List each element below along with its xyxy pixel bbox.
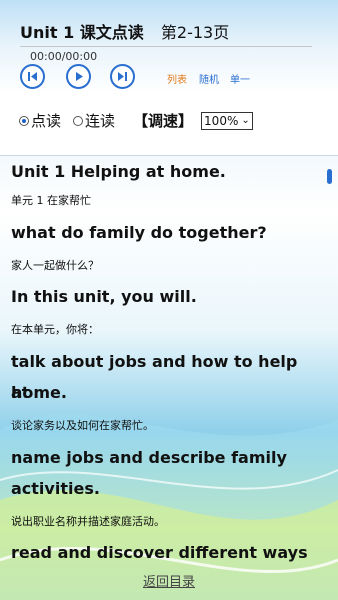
mode-list-button[interactable]: 列表 bbox=[167, 71, 187, 86]
mode-single-button[interactable]: 单一 bbox=[230, 71, 250, 86]
chevron-down-icon: ⌄ bbox=[241, 115, 250, 126]
chinese-translation[interactable]: 说出职业名称并描述家庭活动。 bbox=[11, 510, 316, 534]
english-sentence[interactable]: name jobs and describe family bbox=[11, 442, 316, 473]
lesson-text[interactable]: Unit 1 Helping at home. 单元 1 在家帮忙 what do … bbox=[0, 156, 328, 568]
speed-label: 【调速】 bbox=[133, 112, 194, 130]
skip-next-icon bbox=[118, 72, 127, 81]
chinese-translation[interactable]: 在本单元，你将： bbox=[11, 318, 316, 342]
radio-diandu[interactable] bbox=[19, 115, 29, 126]
unit-title: Unit 1 课文点读 bbox=[20, 23, 144, 42]
next-button[interactable] bbox=[110, 64, 135, 89]
mode-random-button[interactable]: 随机 bbox=[199, 71, 219, 86]
page-range: 第2-13页 bbox=[160, 23, 230, 42]
play-button[interactable] bbox=[66, 64, 91, 89]
chinese-translation[interactable]: 单元 1 在家帮忙 bbox=[11, 189, 316, 213]
back-to-contents-link[interactable]: 返回目录 bbox=[143, 575, 195, 590]
speed-value: 100% bbox=[204, 113, 239, 128]
options-row: 点读 连读 【调速】 100% ⌄ bbox=[19, 110, 253, 131]
chinese-translation[interactable]: 家人一起做什么？ bbox=[11, 254, 316, 278]
radio-liandu-label[interactable]: 连读 bbox=[85, 110, 115, 131]
scrollbar[interactable] bbox=[326, 156, 334, 568]
radio-liandu[interactable] bbox=[73, 115, 84, 126]
skip-previous-icon bbox=[28, 72, 37, 81]
radio-diandu-label[interactable]: 点读 bbox=[31, 110, 61, 131]
player-header: Unit 1 课文点读 第2-13页 00:00/00:00 列表 随机 单一 … bbox=[0, 0, 338, 156]
footer: 返回目录 bbox=[0, 568, 338, 600]
progress-track[interactable] bbox=[20, 46, 312, 47]
title-row: Unit 1 课文点读 第2-13页 bbox=[20, 19, 229, 43]
chinese-translation[interactable]: 谈论家务以及如何在家帮忙。 bbox=[11, 414, 316, 438]
english-sentence[interactable]: Unit 1 Helping at home. bbox=[11, 156, 316, 187]
scrollbar-thumb[interactable] bbox=[327, 169, 332, 184]
speed-select[interactable]: 100% ⌄ bbox=[201, 111, 253, 130]
english-sentence[interactable]: read and discover different ways to bbox=[11, 537, 316, 568]
time-display: 00:00/00:00 bbox=[30, 50, 98, 63]
english-sentence[interactable]: In this unit, you will. bbox=[11, 281, 316, 312]
english-sentence[interactable]: what do family do together? bbox=[11, 217, 316, 248]
english-sentence[interactable]: activities. bbox=[11, 473, 316, 504]
play-icon bbox=[76, 72, 83, 81]
previous-button[interactable] bbox=[20, 64, 45, 89]
english-sentence[interactable]: home. bbox=[11, 377, 316, 408]
